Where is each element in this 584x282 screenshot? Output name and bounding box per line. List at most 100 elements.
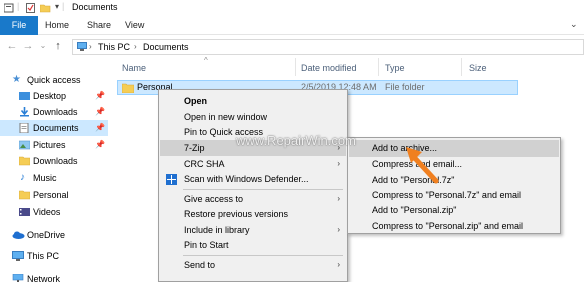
sidebar-item-label: OneDrive xyxy=(27,230,66,240)
sidebar-item-onedrive[interactable]: OneDrive xyxy=(0,227,108,243)
sidebar-item-label: Downloads xyxy=(33,156,78,166)
sidebar-item-music[interactable]: ♪ Music xyxy=(0,170,108,186)
ribbon: File Home Share View ⌄ xyxy=(0,16,584,35)
sidebar-item-network[interactable]: Network xyxy=(0,271,108,282)
sidebar-item-label: Documents xyxy=(33,123,79,133)
menu-separator xyxy=(183,255,343,256)
explorer-icon xyxy=(4,3,14,13)
sidebar-item-label: Network xyxy=(27,274,61,282)
navigation-pane: ★ Quick access Desktop 📌 Downloads 📌 Doc… xyxy=(0,62,108,282)
column-divider[interactable] xyxy=(295,58,296,76)
column-header-date-modified[interactable]: Date modified xyxy=(301,63,357,73)
sidebar-item-label: Music xyxy=(33,173,57,183)
tab-share[interactable]: Share xyxy=(87,18,111,33)
back-icon[interactable]: ← xyxy=(6,40,18,52)
this-pc-icon xyxy=(77,42,87,51)
tab-view[interactable]: View xyxy=(125,18,144,33)
breadcrumb-this-pc[interactable]: This PC xyxy=(98,42,130,52)
menu-item-open[interactable]: Open xyxy=(160,93,346,109)
submenu-item-add-to-archive[interactable]: Add to archive... xyxy=(349,140,559,157)
submenu-item-add-zip[interactable]: Add to "Personal.zip" xyxy=(349,202,559,219)
menu-item-label: Open xyxy=(184,96,208,106)
sidebar-item-quick-access[interactable]: ★ Quick access xyxy=(0,72,108,88)
defender-icon xyxy=(166,174,177,185)
address-bar[interactable]: › This PC › Documents xyxy=(72,39,584,55)
submenu-arrow-icon: › xyxy=(337,260,340,269)
menu-item-crc-sha[interactable]: CRC SHA › xyxy=(160,156,346,172)
submenu-arrow-icon: › xyxy=(337,225,340,234)
divider: | xyxy=(62,1,65,11)
pictures-icon xyxy=(19,140,30,150)
submenu-item-label: Add to "Personal.zip" xyxy=(372,205,457,215)
sidebar-item-downloads[interactable]: Downloads 📌 xyxy=(0,104,108,120)
menu-item-include-library[interactable]: Include in library › xyxy=(160,222,346,238)
tab-home[interactable]: Home xyxy=(45,18,69,33)
submenu-item-label: Compress to "Personal.zip" and email xyxy=(372,221,523,231)
sidebar-item-downloads-folder[interactable]: Downloads xyxy=(0,153,108,169)
column-divider[interactable] xyxy=(461,58,462,76)
sort-indicator-icon: ^ xyxy=(204,56,208,65)
menu-item-label: Open in new window xyxy=(184,112,268,122)
watermark: www.RepairWin.com xyxy=(236,133,356,148)
divider: | xyxy=(17,1,20,11)
expand-ribbon-icon[interactable]: ⌄ xyxy=(570,19,578,30)
sidebar-item-label: Downloads xyxy=(33,107,78,117)
pin-icon: 📌 xyxy=(95,140,105,149)
menu-item-label: CRC SHA xyxy=(184,159,225,169)
sidebar-item-this-pc[interactable]: This PC xyxy=(0,248,108,264)
menu-item-scan-defender[interactable]: Scan with Windows Defender... xyxy=(160,171,346,187)
window-title: Documents xyxy=(72,2,118,12)
menu-item-open-new-window[interactable]: Open in new window xyxy=(160,109,346,125)
sidebar-item-pictures[interactable]: Pictures 📌 xyxy=(0,137,108,153)
menu-item-label: Restore previous versions xyxy=(184,209,289,219)
column-header-size[interactable]: Size xyxy=(469,63,487,73)
file-type: File folder xyxy=(385,82,425,92)
tab-file[interactable]: File xyxy=(0,16,38,35)
menu-item-pin-start[interactable]: Pin to Start xyxy=(160,237,346,253)
column-divider[interactable] xyxy=(378,58,379,76)
sidebar-item-videos[interactable]: Videos xyxy=(0,204,108,220)
star-icon: ★ xyxy=(12,74,21,85)
navigation-bar: ← → ⌄ ↑ › This PC › Documents xyxy=(0,36,584,56)
recent-locations-icon[interactable]: ⌄ xyxy=(37,40,49,52)
sidebar-item-personal[interactable]: Personal xyxy=(0,187,108,203)
network-icon xyxy=(12,274,24,282)
sidebar-item-label: Quick access xyxy=(27,75,81,85)
folder-icon xyxy=(19,190,30,200)
column-header-type[interactable]: Type xyxy=(385,63,405,73)
breadcrumb-documents[interactable]: Documents xyxy=(143,42,189,52)
column-header-name[interactable]: Name xyxy=(122,63,146,73)
videos-icon xyxy=(19,208,30,216)
sidebar-item-documents[interactable]: Documents 📌 xyxy=(0,120,108,136)
pin-icon: 📌 xyxy=(95,91,105,100)
sidebar-item-label: Personal xyxy=(33,190,69,200)
sidebar-item-label: Desktop xyxy=(33,91,67,101)
menu-item-label: Scan with Windows Defender... xyxy=(184,174,309,184)
submenu-item-compress-email[interactable]: Compress and email... xyxy=(349,156,559,173)
menu-item-label: Give access to xyxy=(184,194,244,204)
qat-dropdown-icon[interactable]: ▾ xyxy=(55,2,59,11)
submenu-item-compress-zip-email[interactable]: Compress to "Personal.zip" and email xyxy=(349,218,559,235)
folder-icon xyxy=(19,156,30,166)
properties-icon[interactable] xyxy=(26,3,36,13)
menu-item-restore-versions[interactable]: Restore previous versions xyxy=(160,206,346,222)
breadcrumb-chevron-icon: › xyxy=(89,42,92,51)
desktop-icon xyxy=(19,92,30,100)
menu-item-label: Pin to Start xyxy=(184,240,229,250)
new-folder-icon[interactable] xyxy=(40,3,51,13)
forward-icon[interactable]: → xyxy=(22,40,34,52)
title-bar: | ▾ | Documents xyxy=(0,0,584,16)
download-icon xyxy=(20,107,29,117)
computer-icon xyxy=(12,251,24,261)
submenu-arrow-icon: › xyxy=(337,194,340,203)
menu-item-label: Send to xyxy=(184,260,216,270)
7zip-submenu: Add to archive... Compress and email... … xyxy=(347,137,561,234)
breadcrumb-chevron-icon: › xyxy=(134,42,137,51)
sidebar-item-label: This PC xyxy=(27,251,60,261)
up-icon[interactable]: ↑ xyxy=(52,40,64,52)
sidebar-item-desktop[interactable]: Desktop 📌 xyxy=(0,88,108,104)
menu-item-give-access[interactable]: Give access to › xyxy=(160,191,346,207)
menu-item-send-to[interactable]: Send to › xyxy=(160,257,346,273)
sidebar-item-label: Pictures xyxy=(33,140,66,150)
annotation-arrow-icon xyxy=(406,147,439,184)
